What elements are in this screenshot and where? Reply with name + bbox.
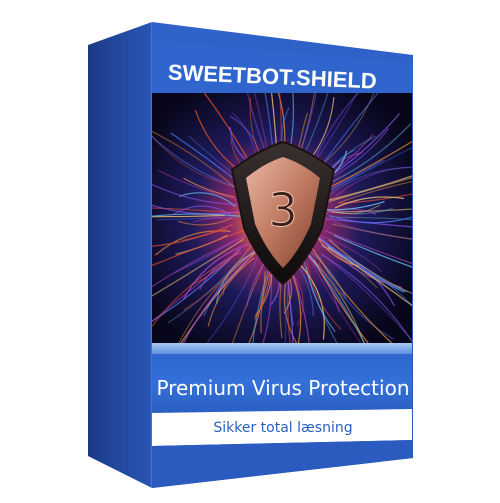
subtitle: Sikker total læsning bbox=[213, 420, 352, 436]
product-box-scene: SWEETBOT.SHIELD 3 Premium Virus Protecti… bbox=[0, 0, 500, 503]
tagline: Premium Virus Protection bbox=[156, 376, 409, 400]
badge-number: 3 bbox=[268, 183, 297, 237]
box-side-panel bbox=[88, 22, 152, 488]
product-box: SWEETBOT.SHIELD 3 Premium Virus Protecti… bbox=[88, 22, 413, 488]
